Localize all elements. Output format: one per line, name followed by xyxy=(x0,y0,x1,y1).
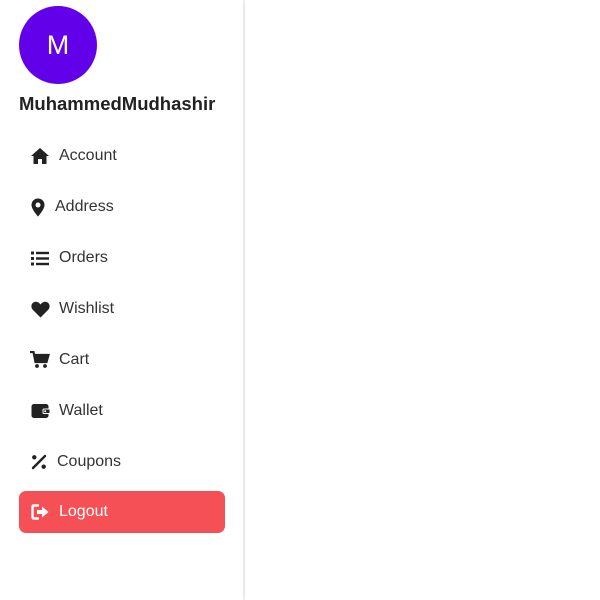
avatar: M xyxy=(19,6,97,84)
sidebar-item-label: Wishlist xyxy=(59,300,115,317)
sidebar-item-label: Coupons xyxy=(57,453,122,470)
wallet-icon xyxy=(29,400,51,422)
sidebar-item-label: Cart xyxy=(59,351,90,368)
sidebar-item-label: Account xyxy=(59,147,117,164)
sidebar-item-address[interactable]: Address xyxy=(19,186,225,228)
sidebar-item-wishlist[interactable]: Wishlist xyxy=(19,288,225,330)
sidebar-item-orders[interactable]: Orders xyxy=(19,237,225,279)
sidebar-item-label: Wallet xyxy=(59,402,103,419)
sidebar-item-label: Address xyxy=(55,198,114,215)
logout-button[interactable]: Logout xyxy=(19,491,225,533)
sidebar-item-coupons[interactable]: Coupons xyxy=(19,441,225,483)
heart-icon xyxy=(29,298,51,320)
logout-icon xyxy=(29,501,51,523)
cart-icon xyxy=(29,349,51,371)
logout-label: Logout xyxy=(59,503,108,520)
avatar-initial: M xyxy=(46,29,70,60)
sidebar-item-label: Orders xyxy=(59,249,108,266)
map-pin-icon xyxy=(27,196,49,218)
sidebar-item-wallet[interactable]: Wallet xyxy=(19,390,225,432)
home-icon xyxy=(29,145,51,167)
main-content xyxy=(245,0,600,600)
sidebar: M MuhammedMudhashir Account Address Orde… xyxy=(0,0,244,600)
list-icon xyxy=(29,247,51,269)
sidebar-item-cart[interactable]: Cart xyxy=(19,339,225,381)
username: MuhammedMudhashir xyxy=(19,93,216,114)
sidebar-item-account[interactable]: Account xyxy=(19,135,225,177)
percent-icon xyxy=(28,451,50,473)
